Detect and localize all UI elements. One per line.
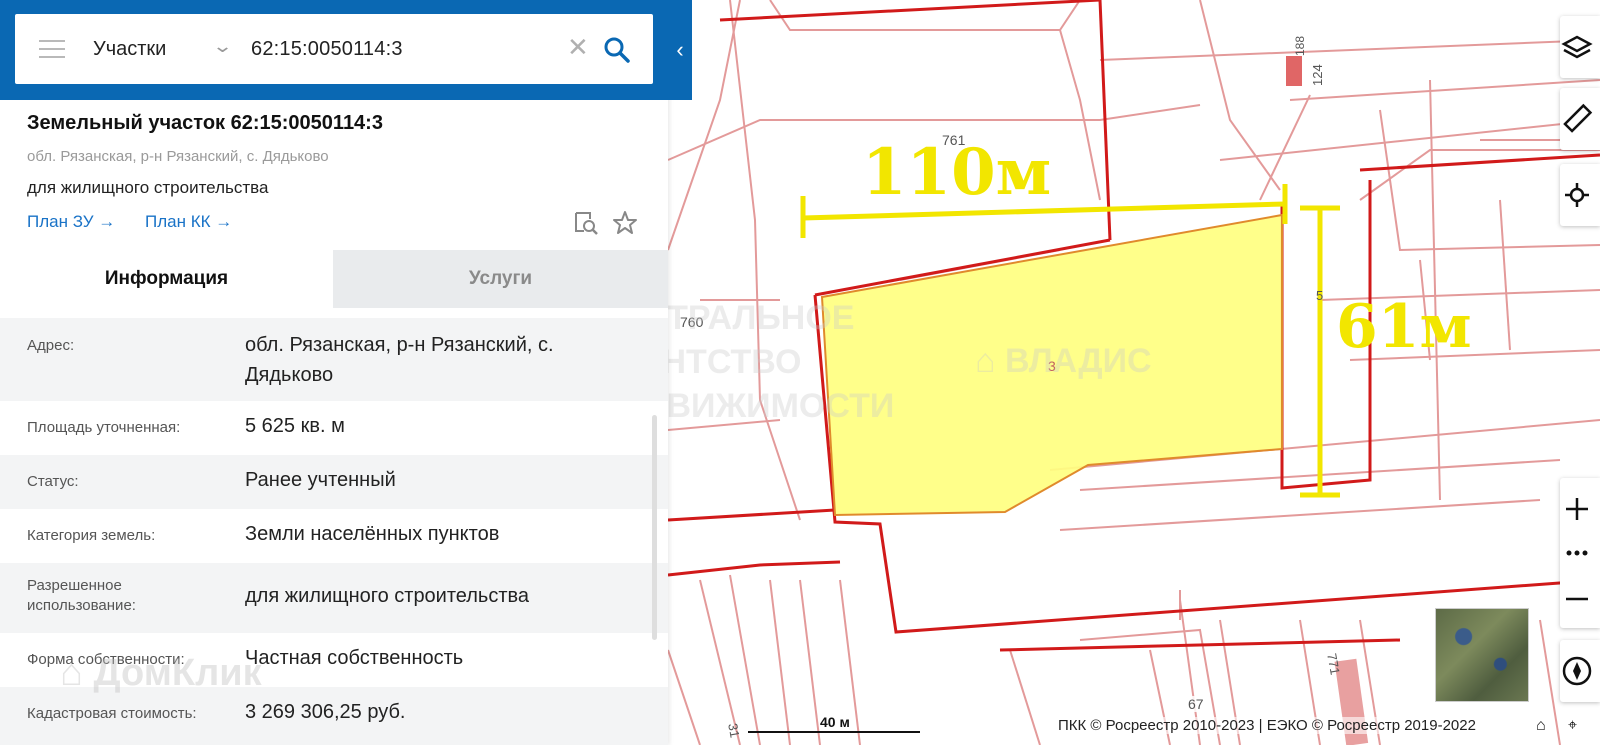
info-value: Ранее учтенный [245,469,396,491]
info-row: Адрес: обл. Рязанская, р-н Рязанский, с.… [0,318,668,401]
info-value: обл. Рязанская, р-н Рязанский, с. Дядько… [245,334,554,386]
info-row: Разрешенное использование: для жилищного… [0,563,668,633]
object-use: для жилищного строительства [27,178,269,197]
locate-icon[interactable]: ⌖ [1568,717,1577,735]
compass-icon [1562,656,1592,686]
more-icon[interactable] [1560,543,1594,563]
zoom-in-icon[interactable] [1560,492,1594,526]
search-box: Участки ⌄ 62:15:0050114:3 ✕ [15,14,653,84]
tab-information[interactable]: Информация [0,250,333,308]
layers-button[interactable] [1560,16,1600,78]
ruler-button[interactable] [1560,88,1600,150]
info-value: 5 625 кв. м [245,415,345,437]
hamburger-icon[interactable] [39,40,65,58]
zoom-out-icon[interactable] [1560,582,1594,616]
map-label: 5 [1316,288,1324,303]
star-icon[interactable] [612,210,638,236]
crosshair-icon [1565,183,1589,207]
search-icon[interactable] [603,36,631,64]
zoom-controls [1560,478,1600,628]
close-icon[interactable]: ✕ [567,32,589,62]
parcel-number-label: 3 [1048,358,1056,374]
ruler-icon [1563,103,1593,133]
tabs: Информация Услуги [0,250,668,308]
map-label: 124 [1310,64,1325,86]
home-icon[interactable]: ⌂ [1536,717,1546,735]
info-row: Форма собственности: Частная собственнос… [0,633,668,687]
info-key: Статус: [27,473,79,490]
info-value: Частная собственность [245,647,464,669]
info-key: Категория земель: [27,527,156,544]
compass-button[interactable] [1560,640,1600,702]
map-search-icon[interactable] [573,210,599,236]
scale-label: 40 м [820,714,850,730]
plan-kk-link[interactable]: План КК → [145,212,232,232]
minimap[interactable] [1435,608,1529,702]
info-key: Разрешенное использование: [27,577,136,614]
scrollbar[interactable] [652,415,657,640]
info-value: Земли населённых пунктов [245,523,500,545]
info-key: Кадастровая стоимость: [27,705,197,722]
small-parcel [1286,56,1302,86]
category-select[interactable]: Участки [93,38,166,61]
locate-button[interactable] [1560,164,1600,226]
collapse-icon[interactable]: ‹ [668,36,692,64]
copyright-text: ПКК © Росреестр 2010-2023 | ЕЭКО © Росре… [1058,717,1476,734]
info-key: Адрес: [27,337,75,354]
info-row: Площадь уточненная: 5 625 кв. м [0,401,668,455]
plan-zu-link[interactable]: План ЗУ → [27,212,115,232]
map-label: 760 [678,314,706,330]
info-value: 3 269 306,25 руб. [245,701,406,723]
scale-bar [748,731,920,733]
search-input[interactable]: 62:15:0050114:3 [251,38,403,61]
object-title: Земельный участок 62:15:0050114:3 [27,112,383,134]
info-key: Площадь уточненная: [27,419,181,436]
info-panel: Участки ⌄ 62:15:0050114:3 ✕ ‹ Земельный … [0,0,692,745]
map-label: 31 [725,722,743,739]
info-row: Категория земель: Земли населённых пункт… [0,509,668,563]
dimension-width-label: 110м [862,135,1052,210]
map-label: 761 [940,132,968,148]
search-header: Участки ⌄ 62:15:0050114:3 ✕ ‹ [0,0,692,100]
map-label: 67 [1186,696,1206,712]
object-address: обл. Рязанская, р-н Рязанский, с. Дядько… [27,148,329,165]
info-row: Кадастровая стоимость: 3 269 306,25 руб. [0,687,668,745]
info-value: для жилищного строительства [245,585,530,607]
chevron-down-icon[interactable]: ⌄ [212,36,233,57]
dimension-height-label: 61м [1336,292,1472,362]
map-label: 188 [1293,35,1307,56]
info-key: Форма собственности: [27,651,185,668]
info-row: Статус: Ранее учтенный [0,455,668,509]
layers-icon [1561,35,1593,59]
tab-services[interactable]: Услуги [333,250,668,308]
